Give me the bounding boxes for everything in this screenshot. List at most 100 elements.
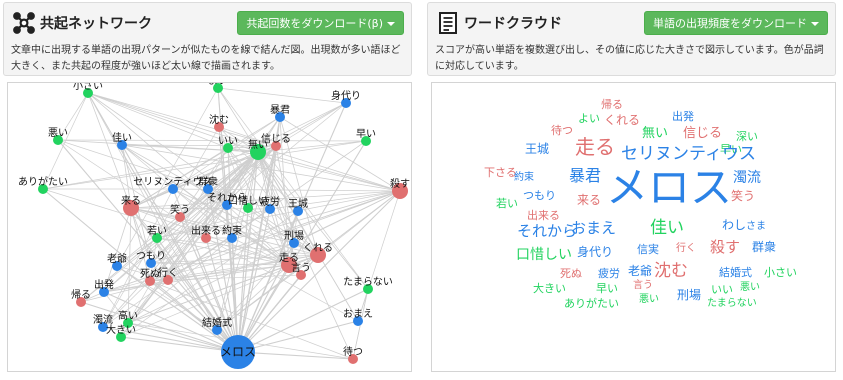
wordcloud-panel: ワードクラウド 単語の出現頻度をダウンロード スコアが高い単語を複数選び出し、そ… [424, 0, 843, 380]
node-label: 早い [356, 128, 376, 140]
word-よい: よい [578, 112, 600, 125]
word-待つ: 待つ [551, 124, 573, 137]
word-下さる: 下さる [484, 166, 517, 179]
word-佳い: 佳い [650, 218, 684, 238]
wordcloud-header: ワードクラウド 単語の出現頻度をダウンロード スコアが高い単語を複数選び出し、そ… [427, 2, 836, 76]
word-来る: 来る [577, 193, 602, 207]
node-label: 死ぬ [140, 268, 160, 280]
node-label: 疲労 [260, 195, 280, 208]
word-出発: 出発 [672, 110, 694, 123]
edge [217, 87, 347, 104]
node-label: 無い [248, 138, 268, 151]
word-出来る: 出来る [527, 209, 560, 222]
node-label: 待つ [343, 345, 363, 358]
word-若い: 若い [496, 197, 518, 210]
word-口惜しい: 口惜しい [516, 247, 572, 263]
node-label: 沈む [209, 113, 229, 126]
network-header: 共起ネットワーク 共起回数をダウンロード(β) 文章中に出現する単語の出現パター… [3, 2, 412, 76]
word-ありがたい: ありがたい [564, 297, 619, 310]
word-約束: 約束 [514, 172, 534, 183]
node-label: 佳い [112, 131, 132, 144]
edge [57, 139, 367, 142]
document-icon [439, 12, 457, 34]
edge [279, 116, 401, 192]
word-老爺: 老爺 [628, 264, 653, 278]
node-label: 若い [147, 224, 167, 237]
node-label: つもり [136, 250, 166, 262]
network-description: 文章中に出現する単語の出現パターンが似たものを線で結んだ図。出現数が多い語ほど大… [11, 45, 401, 72]
network-title: 共起ネットワーク [40, 16, 152, 32]
word-言う: 言う [633, 280, 653, 291]
word-悪い: 悪い [639, 294, 659, 305]
word-メロス: メロス [606, 163, 733, 212]
word-帰る: 帰る [601, 98, 623, 111]
node-label: 悪い [48, 127, 68, 139]
network-graph[interactable]: 小さいよい身代り暴君沈む悪い佳い信じる無いいい早いありがたいセリヌンティウス群衆… [7, 82, 412, 372]
word-王城: 王城 [525, 142, 550, 156]
node-label: くれる [303, 242, 333, 254]
network-icon [13, 12, 35, 34]
word-つもり: つもり [523, 189, 556, 202]
word-早い: 早い [596, 282, 618, 295]
word-セリヌンティウス: セリヌンティウス [621, 144, 756, 164]
word-わし: わし [722, 218, 747, 232]
network-graph-svg[interactable]: 小さいよい身代り暴君沈む悪い佳い信じる無いいい早いありがたいセリヌンティウス群衆… [8, 83, 412, 372]
word-暴君: 暴君 [569, 166, 602, 185]
word-たまらない: たまらない [707, 298, 757, 309]
word-走る: 走る [575, 135, 615, 159]
caret-down-icon [811, 22, 819, 26]
word-それから: それから [517, 222, 578, 240]
word-小さい: 小さい [764, 266, 797, 279]
caret-down-icon [387, 22, 395, 26]
word-大きい: 大きい [533, 282, 566, 295]
node-label: 王城 [288, 198, 308, 210]
word-さま: さま [746, 221, 766, 232]
word-濁流: 濁流 [733, 170, 761, 186]
node-label: 結婚式 [202, 316, 232, 329]
word-cloud: 帰る 出発 よい くれる 待つ 無い 信じる 深い 走る 王城 早い セリヌンティウス 下さる 暴君 約束 濁… [431, 82, 836, 372]
word-信実: 信実 [637, 243, 659, 256]
node-label: 出発 [94, 278, 114, 291]
word-疲労: 疲労 [598, 267, 620, 280]
word-群衆: 群衆 [752, 240, 777, 254]
word-沈む: 沈む [654, 261, 688, 281]
edge [127, 207, 132, 324]
download-frequency-button[interactable]: 単語の出現頻度をダウンロード [644, 11, 828, 35]
node-label: 刑場 [284, 229, 304, 242]
download-cooccurrence-button[interactable]: 共起回数をダウンロード(β) [237, 11, 404, 35]
node-label: メロス [220, 345, 256, 359]
word-死ぬ: 死ぬ [560, 267, 582, 280]
node-label: おまえ [343, 308, 373, 320]
word-行く: 行く [676, 243, 696, 254]
node-label: 大きい [106, 323, 136, 336]
word-身代り: 身代り [577, 245, 614, 259]
network-panel: 共起ネットワーク 共起回数をダウンロード(β) 文章中に出現する単語の出現パター… [0, 0, 419, 380]
node-label: 殺す [390, 177, 410, 190]
node-label: 小さい [73, 83, 103, 92]
download-cooccurrence-label: 共起回数をダウンロード(β) [246, 17, 383, 30]
node-label: 身代り [331, 89, 361, 102]
wordcloud-title: ワードクラウド [464, 16, 562, 32]
edge [150, 151, 259, 264]
node-label: 帰る [71, 288, 91, 301]
node-label: 言う [291, 261, 311, 274]
node-label: 群衆 [198, 175, 218, 188]
word-信じる: 信じる [683, 126, 723, 141]
node-label: 約束 [222, 224, 242, 237]
word-悪い: 悪い [740, 282, 760, 293]
node-label: 笑う [170, 203, 190, 216]
word-おまえ: おまえ [571, 219, 617, 237]
node-label: ありがたい [18, 175, 68, 188]
node-label: 高い [118, 309, 138, 322]
word-いい: いい [711, 283, 733, 296]
node-label: 暴君 [270, 104, 290, 116]
edge [87, 92, 229, 149]
word-笑う: 笑う [731, 189, 756, 203]
node-label: 出来る [191, 224, 221, 237]
node-label: 来る [121, 195, 141, 207]
wordcloud-description: スコアが高い単語を複数選び出し、その値に応じた大きさで図示しています。色が品詞に… [435, 45, 824, 72]
node-label: よい [208, 83, 228, 87]
node-label: たまらない [343, 276, 393, 288]
node-label: いい [218, 136, 238, 147]
word-刑場: 刑場 [677, 288, 702, 302]
